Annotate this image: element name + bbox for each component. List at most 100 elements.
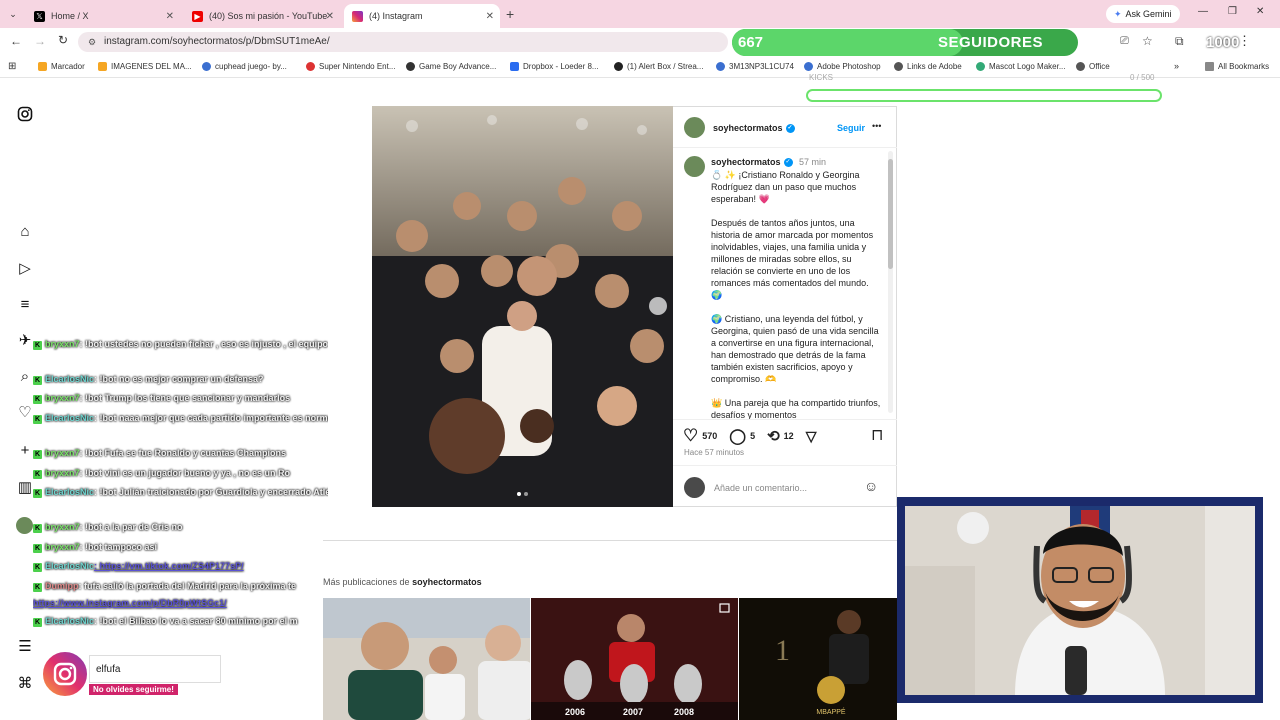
forward-arrow-icon[interactable]: → [34, 34, 46, 48]
bookmark-item[interactable]: (1) Alert Box / Strea... [614, 62, 703, 71]
star-bookmark-icon[interactable]: ☆ [1142, 34, 1153, 48]
more-post-thumbnail[interactable]: 1 MBAPPÉ [739, 598, 897, 720]
address-bar[interactable]: ⚙ instagram.com/soyhectormatos/p/DbmSUT1… [78, 32, 728, 52]
cast-icon[interactable]: ⎚ [1120, 35, 1129, 48]
bookmark-item[interactable]: Game Boy Advance... [406, 62, 496, 71]
bookmark-item[interactable]: cuphead juego- by... [202, 62, 287, 71]
caption-username[interactable]: soyhectormatos [711, 157, 781, 167]
comment-bubble-icon[interactable]: ◯ [729, 427, 746, 445]
chat-username[interactable]: bryxxn7 [45, 468, 80, 478]
chat-username[interactable]: bryxxn7 [45, 448, 80, 458]
kick-badge-icon: K [33, 524, 42, 533]
chat-username[interactable]: ElcarlosNic [45, 616, 94, 626]
home-icon[interactable]: ⌂ [16, 223, 34, 241]
more-posts-user[interactable]: soyhectormatos [412, 577, 482, 587]
more-options-icon[interactable]: ••• [872, 121, 881, 131]
tab-title: Home / X [51, 11, 89, 21]
close-icon[interactable]: ✕ [326, 11, 334, 22]
bookmark-item[interactable]: Mascot Logo Maker... [976, 62, 1065, 71]
tab-instagram[interactable]: (4) Instagram ✕ [344, 4, 500, 28]
bookmark-item[interactable]: Dropbox - Loeder 8... [510, 62, 599, 71]
divider [673, 147, 897, 148]
post-photo[interactable] [372, 106, 673, 507]
chat-text: : !bot ustedes no pueden fichar , eso es… [79, 339, 328, 349]
chat-username[interactable]: bryxxn7 [45, 339, 80, 349]
kicks-goal-bar [806, 89, 1162, 102]
restore-icon[interactable]: ❐ [1228, 6, 1237, 17]
kick-badge-icon: K [33, 470, 42, 479]
chat-username[interactable]: bryxxn7 [45, 542, 80, 552]
ask-gemini-button[interactable]: ✦ Ask Gemini [1106, 5, 1180, 23]
caption-paragraph: Después de tantos años juntos, una histo… [711, 218, 874, 300]
site-info-icon[interactable]: ⚙ [88, 32, 96, 52]
kick-badge-icon: K [33, 618, 42, 627]
dashboard-icon[interactable]: ▥ [16, 479, 34, 497]
chat-username[interactable]: Dumipp [45, 581, 79, 591]
window-close-icon[interactable]: ✕ [1256, 6, 1264, 17]
reload-icon[interactable]: ↻ [58, 33, 68, 47]
reels-icon[interactable]: ▷ [16, 260, 34, 278]
tab-x[interactable]: 𝕏 Home / X ✕ [26, 4, 180, 28]
comment-input[interactable]: Añade un comentario... [714, 483, 807, 493]
bookmark-item[interactable]: Links de Adobe [894, 62, 962, 71]
followers-goal: 1000 [1206, 34, 1240, 51]
minimize-icon[interactable]: — [1198, 6, 1208, 17]
bookmark-item[interactable]: Office [1076, 62, 1110, 71]
promo-handle-box: elfufa [89, 655, 221, 683]
more-post-thumbnail[interactable] [323, 598, 530, 720]
comment-count: 5 [750, 431, 756, 441]
chevron-right-icon[interactable]: » [1174, 61, 1179, 71]
close-icon[interactable]: ✕ [166, 11, 174, 22]
chat-message: K Dumipp: fufa salió la portada del Madri… [33, 579, 328, 594]
repost-icon[interactable]: ⟲ [767, 427, 780, 445]
create-plus-icon[interactable]: + [16, 442, 34, 460]
profile-avatar[interactable] [16, 517, 33, 534]
new-tab-icon[interactable]: + [506, 6, 514, 22]
all-bookmarks-folder[interactable]: All Bookmarks [1205, 62, 1269, 71]
messages-icon[interactable]: ✈ [16, 332, 34, 350]
author-avatar[interactable] [684, 117, 705, 138]
tab-search-chevron-icon[interactable]: ⌄ [6, 7, 20, 21]
tab-youtube[interactable]: ▶ (40) Sos mi pasión - YouTube ✕ [184, 4, 340, 28]
notifications-heart-icon[interactable]: ♡ [16, 404, 34, 422]
chat-text: : !bot vini es un jugador bueno y ya , n… [79, 468, 291, 478]
like-heart-icon[interactable]: ♡ [683, 426, 698, 446]
extensions-icon[interactable]: ⧉ [1175, 34, 1184, 49]
bookmark-item[interactable]: Super Nintendo Ent... [306, 62, 396, 71]
chat-text: https://www.instagram.com/p/DbR0pWtSGc1/ [33, 598, 227, 608]
close-icon[interactable]: ✕ [486, 11, 494, 22]
chat-text: : !bot Julián traicionado por Guardiola … [94, 487, 328, 497]
search-icon[interactable]: ⌕ [16, 368, 34, 386]
chat-text: : !bot no es mejor comprar un defensa? [94, 374, 264, 384]
chat-username[interactable]: ElcarlosNic [45, 487, 94, 497]
follow-button[interactable]: Seguir [837, 123, 865, 133]
next-photo-chevron-icon[interactable] [649, 297, 667, 315]
chat-username[interactable]: ElcarlosNic [45, 374, 94, 384]
author-username[interactable]: soyhectormatos ✓ [713, 123, 795, 134]
more-menu-icon[interactable]: ☰ [16, 638, 34, 656]
chat-username[interactable]: bryxxn7 [45, 522, 80, 532]
bookmark-item[interactable]: 3M13NP3L1CU74 [716, 62, 794, 71]
save-bookmark-icon[interactable]: ⊓ [871, 425, 883, 445]
back-arrow-icon[interactable]: ← [10, 34, 22, 48]
username-text: soyhectormatos [713, 123, 783, 133]
emoji-picker-icon[interactable]: ☺ [864, 478, 878, 494]
menu-kebab-icon[interactable]: ⋮ [1238, 33, 1251, 49]
bookmark-item[interactable]: IMAGENES DEL MA... [98, 62, 192, 71]
meta-apps-icon[interactable]: ⌘ [16, 675, 34, 693]
instagram-logo-icon[interactable] [16, 106, 34, 124]
caption-scrollbar[interactable] [888, 151, 893, 413]
chat-username[interactable]: ElcarlosNic [45, 561, 94, 571]
share-send-icon[interactable]: ▽ [806, 428, 817, 445]
apps-grid-icon[interactable]: ⊞ [8, 61, 16, 72]
x-logo-icon: 𝕏 [34, 10, 45, 22]
chat-username[interactable]: ElcarlosNic [45, 413, 94, 423]
bookmark-item[interactable]: Adobe Photoshop [804, 62, 881, 71]
bookmark-item[interactable]: Marcador [38, 62, 85, 71]
tab-title: (4) Instagram [369, 11, 423, 21]
chat-username[interactable]: bryxxn7 [45, 393, 80, 403]
caption-avatar[interactable] [684, 156, 705, 177]
youtube-icon: ▶ [192, 10, 203, 22]
feed-list-icon[interactable]: ≡ [16, 296, 34, 314]
more-post-thumbnail[interactable]: 2006 2007 2008 [531, 598, 738, 720]
